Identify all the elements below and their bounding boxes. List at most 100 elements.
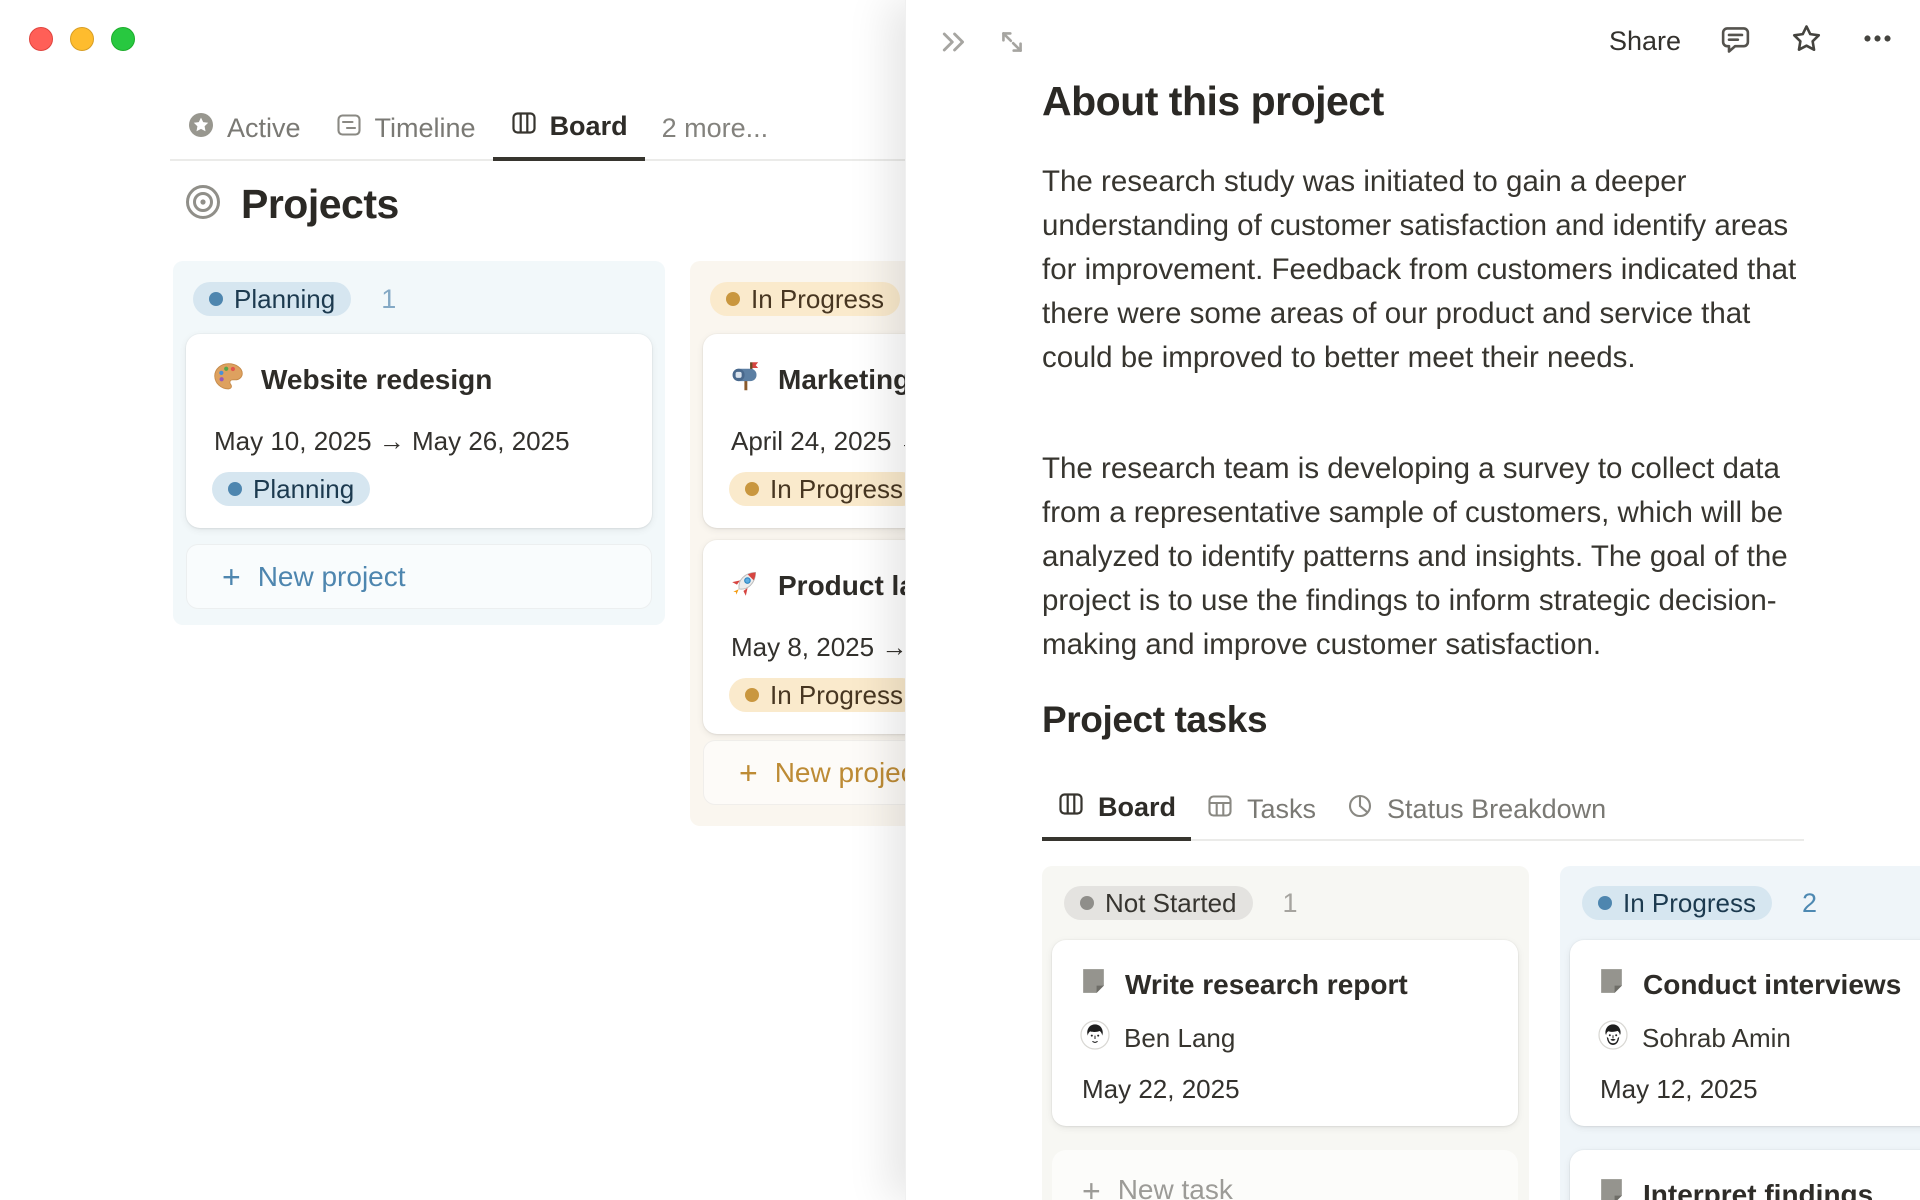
status-pill-in-progress[interactable]: In Progress — [710, 282, 900, 316]
card-title-row: Interpret findings — [1596, 1176, 1873, 1200]
palette-icon — [212, 360, 245, 400]
tab-tasks-board[interactable]: Board — [1042, 777, 1192, 841]
status-pill-in-progress[interactable]: In Progress — [1582, 886, 1772, 920]
plus-icon: + — [739, 754, 758, 791]
notion-window: Active Timeline Board 2 more... Projects… — [0, 0, 1920, 1200]
plus-icon: + — [1082, 1173, 1101, 1200]
new-task-button[interactable]: + New task — [1052, 1150, 1518, 1200]
star-icon — [1790, 22, 1823, 60]
star-circle-icon — [187, 111, 215, 146]
tag-dot — [745, 482, 759, 496]
page-title-text: Projects — [241, 181, 399, 227]
pie-chart-icon — [1346, 792, 1374, 827]
expand-page-button[interactable] — [996, 26, 1028, 63]
card-title-row: Conduct interviews — [1596, 966, 1901, 1004]
tab-timeline-view[interactable]: Timeline — [318, 96, 493, 161]
tab-label: Board — [549, 111, 628, 141]
avatar-ben-lang — [1080, 1020, 1110, 1057]
card-title-row: Product lau — [729, 566, 932, 606]
panel-actions: Share — [1609, 22, 1894, 60]
column-count: 1 — [381, 283, 397, 314]
favorite-button[interactable] — [1790, 22, 1823, 60]
task-card-write-research-report[interactable]: Write research report Ben Lang May 22, 2… — [1052, 940, 1518, 1126]
comment-icon — [1719, 22, 1752, 60]
timeline-icon — [335, 111, 363, 146]
board-column-planning: Planning 1 Website redesign May 10, 2025… — [173, 261, 665, 625]
tag-planning: Planning — [212, 472, 371, 506]
about-paragraph-1: The research study was initiated to gain… — [1042, 165, 1797, 374]
close-peek-button[interactable] — [938, 26, 970, 63]
ellipsis-icon — [1861, 22, 1894, 60]
tag-in-progress: In Progress — [729, 472, 919, 506]
card-title: Interpret findings — [1643, 1179, 1874, 1200]
task-column-not-started: Not Started 1 Write research report Ben … — [1042, 866, 1529, 1200]
card-title-row: Write research report — [1078, 966, 1408, 1004]
page-icon — [1596, 966, 1627, 1004]
column-header: Not Started 1 — [1064, 886, 1298, 920]
tab-board-view[interactable]: Board — [492, 96, 645, 161]
plus-icon: + — [222, 558, 241, 595]
column-header: Planning 1 — [193, 282, 396, 316]
status-pill-planning[interactable]: Planning — [193, 282, 352, 316]
tasks-view-tabs: Board Tasks Status Breakdown — [1042, 777, 1804, 841]
card-title-row: Marketing c — [729, 360, 934, 400]
tab-label: Active — [227, 113, 301, 143]
tab-label: 2 more... — [661, 113, 769, 143]
close-button[interactable] — [29, 27, 53, 51]
expand-icon — [996, 26, 1028, 63]
card-due-date: May 12, 2025 — [1600, 1074, 1758, 1104]
card-title: Write research report — [1125, 969, 1408, 1000]
share-button[interactable]: Share — [1609, 26, 1681, 57]
card-assignee: Ben Lang — [1080, 1020, 1235, 1057]
card-tag-row: Planning — [212, 472, 371, 506]
tag-in-progress: In Progress — [729, 678, 919, 712]
tag-dot — [745, 688, 759, 702]
rocket-icon — [729, 566, 762, 606]
status-dot — [1598, 896, 1612, 910]
status-dot — [209, 292, 223, 306]
window-controls — [29, 27, 135, 51]
tab-active-view[interactable]: Active — [170, 96, 318, 161]
tab-more-views[interactable]: 2 more... — [645, 96, 786, 161]
card-tag-row: In Progress — [729, 472, 919, 506]
project-card-website-redesign[interactable]: Website redesign May 10, 2025 → May 26, … — [186, 334, 652, 528]
column-count: 2 — [1801, 887, 1817, 918]
about-heading: About this project — [1042, 78, 1384, 124]
tab-tasks-table[interactable]: Tasks — [1191, 777, 1331, 841]
mailbox-icon — [729, 360, 762, 400]
tab-label: Timeline — [374, 113, 476, 143]
card-title: Website redesign — [261, 364, 493, 395]
tag-dot — [228, 482, 242, 496]
about-paragraph-2: The research team is developing a survey… — [1042, 452, 1788, 661]
task-card-interpret-findings[interactable]: Interpret findings — [1570, 1150, 1920, 1200]
card-tag-row: In Progress — [729, 678, 919, 712]
new-project-button-planning[interactable]: + New project — [186, 544, 652, 609]
task-column-in-progress: In Progress 2 Conduct interviews Sohrab … — [1560, 866, 1920, 1200]
status-dot — [726, 292, 740, 306]
table-icon — [1206, 792, 1234, 827]
project-tasks-heading: Project tasks — [1042, 699, 1268, 740]
fullscreen-button[interactable] — [111, 27, 135, 51]
column-count: 1 — [1282, 887, 1298, 918]
board-icon — [510, 109, 538, 144]
side-peek-panel: Share About this project The research st… — [905, 0, 1920, 1200]
card-date-range: May 10, 2025 → May 26, 2025 — [214, 426, 570, 456]
card-title: Conduct interviews — [1643, 969, 1902, 1000]
board-icon — [1057, 790, 1085, 825]
card-due-date: May 22, 2025 — [1082, 1074, 1240, 1104]
view-tabs: Active Timeline Board 2 more... — [170, 96, 905, 161]
card-title-row: Website redesign — [212, 360, 492, 400]
panel-nav — [938, 26, 1028, 63]
status-pill-not-started[interactable]: Not Started — [1064, 886, 1253, 920]
tab-status-breakdown[interactable]: Status Breakdown — [1331, 777, 1621, 841]
assignee-name: Ben Lang — [1124, 1023, 1236, 1053]
task-card-conduct-interviews[interactable]: Conduct interviews Sohrab Amin May 12, 2… — [1570, 940, 1920, 1126]
page-icon — [1596, 1176, 1627, 1200]
minimize-button[interactable] — [70, 27, 94, 51]
column-header: In Progress 2 — [1582, 886, 1817, 920]
double-chevron-right-icon — [938, 26, 970, 63]
more-options-button[interactable] — [1861, 22, 1894, 60]
assignee-name: Sohrab Amin — [1642, 1023, 1791, 1053]
comments-button[interactable] — [1719, 22, 1752, 60]
target-icon — [183, 182, 223, 227]
